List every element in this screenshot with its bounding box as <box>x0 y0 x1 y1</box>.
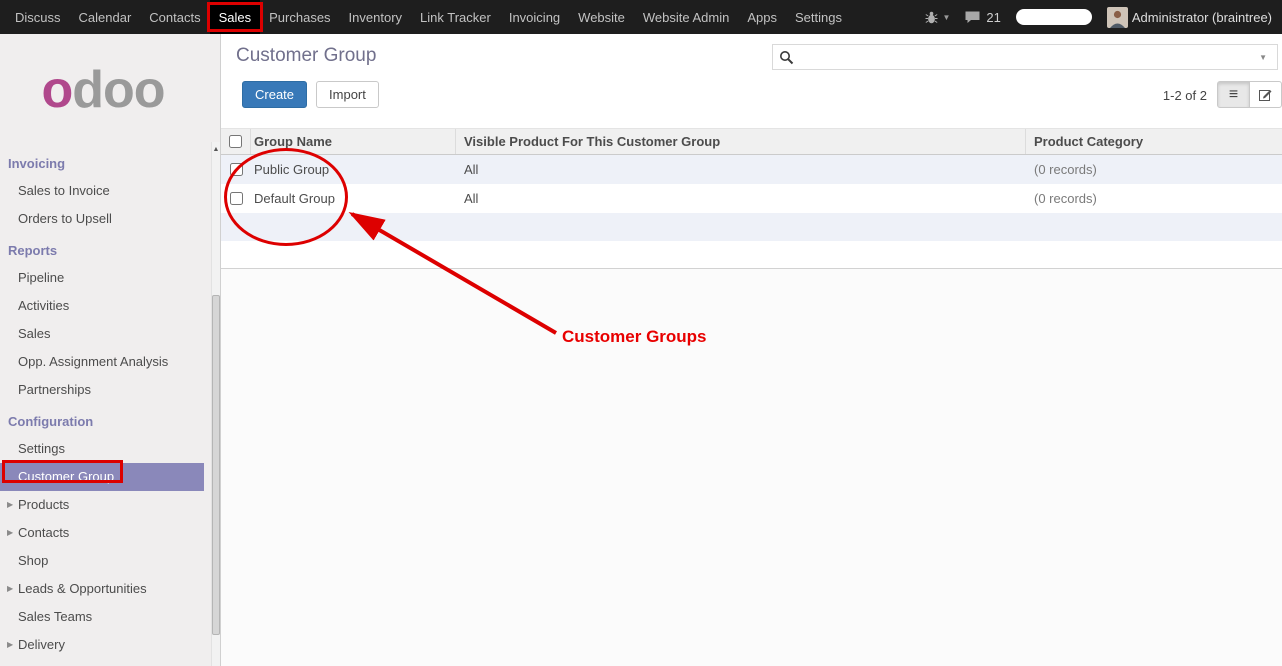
chevron-right-icon: ▶ <box>7 491 13 519</box>
sidebar-item-customer-group[interactable]: Customer Group <box>0 463 204 491</box>
nav-link-tracker[interactable]: Link Tracker <box>411 0 500 34</box>
user-menu[interactable]: Administrator (braintree) <box>1107 7 1272 28</box>
form-view-button[interactable] <box>1249 81 1282 108</box>
row-checkbox[interactable] <box>230 163 243 176</box>
sidebar-item-products[interactable]: ▶ Products <box>0 491 204 519</box>
nav-calendar[interactable]: Calendar <box>70 0 141 34</box>
sidebar-item-partnerships[interactable]: Partnerships <box>0 376 204 404</box>
table-header-row: Group Name Visible Product For This Cust… <box>221 128 1282 155</box>
list-icon: ≡ <box>1229 87 1238 103</box>
sidebar-item-activities[interactable]: Activities <box>0 292 204 320</box>
chevron-right-icon: ▶ <box>7 519 13 547</box>
debug-menu[interactable]: ▼ <box>925 11 950 24</box>
page-title: Customer Group <box>236 45 376 67</box>
action-buttons: Create Import <box>242 81 379 108</box>
chevron-right-icon: ▶ <box>7 575 13 603</box>
main-content: Customer Group ▼ Create Import 1-2 of 2 <box>220 34 1282 666</box>
nav-sales-label: Sales <box>219 10 252 25</box>
odoo-window: Discuss Calendar Contacts Sales Purchase… <box>0 0 1282 666</box>
chevron-right-icon: ▶ <box>7 631 13 659</box>
nav-discuss[interactable]: Discuss <box>6 0 70 34</box>
nav-purchases[interactable]: Purchases <box>260 0 339 34</box>
column-header-visible-product[interactable]: Visible Product For This Customer Group <box>456 129 1026 154</box>
sidebar-item-label: Contacts <box>18 525 69 540</box>
user-name: Administrator (braintree) <box>1132 10 1272 25</box>
sidebar-nav: Invoicing Sales to Invoice Orders to Ups… <box>0 146 204 659</box>
column-header-product-category[interactable]: Product Category <box>1026 129 1282 154</box>
messages-count: 21 <box>986 10 1000 25</box>
sidebar-item-sales[interactable]: Sales <box>0 320 204 348</box>
cell-group-name: Default Group <box>251 191 456 206</box>
search-options-caret-icon[interactable]: ▼ <box>1255 53 1271 62</box>
nav-sales[interactable]: Sales <box>210 0 261 34</box>
sidebar-section-reports: Reports <box>0 233 204 264</box>
sidebar-item-orders-to-upsell[interactable]: Orders to Upsell <box>0 205 204 233</box>
sidebar-item-contacts[interactable]: ▶ Contacts <box>0 519 204 547</box>
customer-group-table: Group Name Visible Product For This Cust… <box>221 128 1282 269</box>
sidebar-item-opp-assignment-analysis[interactable]: Opp. Assignment Analysis <box>0 348 204 376</box>
topbar-right: ▼ 21 Administrator (braintree) <box>925 0 1282 34</box>
sidebar-item-sales-to-invoice[interactable]: Sales to Invoice <box>0 177 204 205</box>
create-button[interactable]: Create <box>242 81 307 108</box>
sidebar-item-shop[interactable]: Shop <box>0 547 204 575</box>
sidebar-section-configuration: Configuration <box>0 404 204 435</box>
sidebar-item-label: Leads & Opportunities <box>18 581 147 596</box>
search-bar: ▼ <box>772 44 1278 70</box>
search-icon <box>779 50 794 65</box>
status-pill <box>1016 9 1092 25</box>
edit-icon <box>1259 88 1272 101</box>
sidebar-item-delivery[interactable]: ▶ Delivery <box>0 631 204 659</box>
nav-invoicing[interactable]: Invoicing <box>500 0 569 34</box>
sidebar-scrollbar[interactable]: ▲ <box>211 142 220 666</box>
column-header-group-name[interactable]: Group Name <box>251 129 456 154</box>
sidebar-item-sales-teams[interactable]: Sales Teams <box>0 603 204 631</box>
search-input[interactable] <box>799 50 1255 65</box>
app-menu: Discuss Calendar Contacts Sales Purchase… <box>0 0 851 34</box>
select-all-checkbox[interactable] <box>229 135 242 148</box>
cell-product-category: (0 records) <box>1026 162 1282 177</box>
view-switcher: ≡ <box>1217 81 1282 108</box>
user-avatar <box>1107 7 1128 28</box>
scrollbar-thumb[interactable] <box>212 295 220 635</box>
logo-letter-magenta: o <box>41 60 72 120</box>
nav-website[interactable]: Website <box>569 0 634 34</box>
control-panel: Customer Group ▼ Create Import 1-2 of 2 <box>221 34 1282 128</box>
import-button[interactable]: Import <box>316 81 379 108</box>
nav-settings[interactable]: Settings <box>786 0 851 34</box>
table-row-public-group[interactable]: Public Group All (0 records) <box>221 155 1282 184</box>
sidebar-item-pipeline[interactable]: Pipeline <box>0 264 204 292</box>
sidebar-item-settings[interactable]: Settings <box>0 435 204 463</box>
pager-text: 1-2 of 2 <box>1163 88 1207 103</box>
logo-letters-gray: doo <box>72 60 164 120</box>
sidebar-item-leads-opportunities[interactable]: ▶ Leads & Opportunities <box>0 575 204 603</box>
nav-apps[interactable]: Apps <box>738 0 786 34</box>
sidebar-item-label: Customer Group <box>18 469 114 484</box>
bug-icon <box>925 11 938 24</box>
top-navbar: Discuss Calendar Contacts Sales Purchase… <box>0 0 1282 34</box>
nav-website-admin[interactable]: Website Admin <box>634 0 738 34</box>
empty-row <box>221 213 1282 241</box>
table-row-default-group[interactable]: Default Group All (0 records) <box>221 184 1282 213</box>
sidebar-item-label: Delivery <box>18 637 65 652</box>
cell-visible-product: All <box>456 191 1026 206</box>
nav-contacts[interactable]: Contacts <box>140 0 209 34</box>
caret-down-icon: ▼ <box>942 13 950 22</box>
nav-inventory[interactable]: Inventory <box>340 0 411 34</box>
sidebar-item-label: Products <box>18 497 69 512</box>
sidebar: odoo Invoicing Sales to Invoice Orders t… <box>0 34 220 666</box>
sidebar-section-invoicing: Invoicing <box>0 146 204 177</box>
row-checkbox[interactable] <box>230 192 243 205</box>
list-view-button[interactable]: ≡ <box>1217 81 1250 108</box>
cell-group-name: Public Group <box>251 162 456 177</box>
chat-bubble-icon <box>965 11 980 24</box>
odoo-logo: odoo <box>0 34 220 146</box>
cell-product-category: (0 records) <box>1026 191 1282 206</box>
empty-row <box>221 241 1282 269</box>
scroll-up-icon[interactable]: ▲ <box>212 142 220 153</box>
messages-menu[interactable]: 21 <box>965 10 1000 25</box>
cell-visible-product: All <box>456 162 1026 177</box>
content-background <box>221 269 1282 666</box>
